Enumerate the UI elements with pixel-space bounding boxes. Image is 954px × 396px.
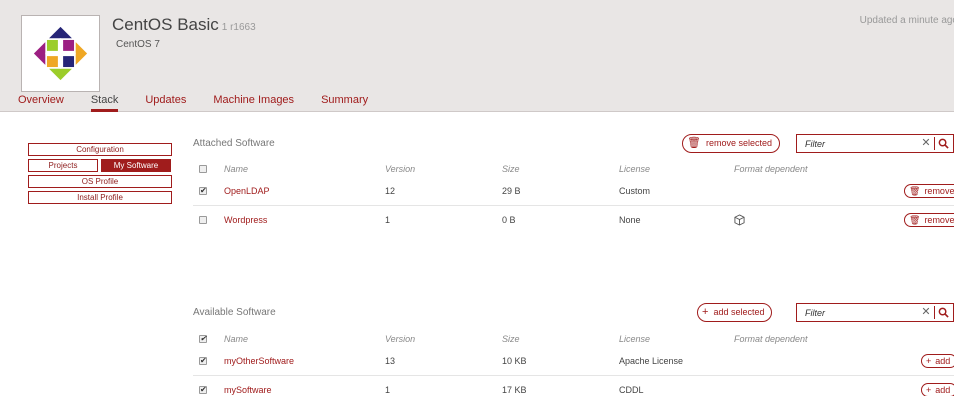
- table-row: ✔ mySoftware 1 17 KB CDDL + add: [193, 375, 954, 396]
- add-label: add: [935, 385, 951, 395]
- row-checkbox[interactable]: ✔: [199, 376, 207, 396]
- row-checkbox[interactable]: [199, 206, 207, 234]
- filter-divider: [934, 137, 935, 150]
- software-license: Apache License: [619, 356, 684, 366]
- add-label: add: [935, 356, 951, 366]
- search-icon[interactable]: [938, 138, 949, 149]
- os-subtitle: CentOS 7: [116, 39, 160, 50]
- table-row: Wordpress 1 0 B None 🗑︎ remove: [193, 205, 954, 233]
- col-license: License: [619, 334, 651, 344]
- col-size: Size: [502, 334, 520, 344]
- available-filter-input[interactable]: [797, 304, 917, 321]
- nav-row: Projects My Software: [28, 159, 172, 172]
- plus-icon: +: [926, 356, 932, 366]
- trash-icon: 🗑︎: [687, 137, 701, 149]
- software-version: 12: [385, 186, 396, 196]
- nav-my-software-button[interactable]: My Software: [101, 159, 171, 172]
- software-name-link[interactable]: OpenLDAP: [224, 177, 270, 205]
- software-version: 13: [385, 356, 396, 366]
- remove-row-button[interactable]: 🗑︎ remove: [904, 184, 954, 198]
- title-text: CentOS Basic: [112, 15, 219, 34]
- updated-timestamp: Updated a minute ago: [859, 15, 954, 26]
- trash-icon: 🗑︎: [909, 186, 921, 196]
- software-version: 1: [385, 215, 391, 225]
- add-selected-label: add selected: [713, 307, 765, 317]
- attached-software-section: Attached Software 🗑︎ remove selected ✕ Na…: [193, 134, 954, 244]
- stack-nav: Configuration Projects My Software OS Pr…: [28, 143, 172, 207]
- remove-label: remove: [924, 186, 954, 196]
- package-icon: [734, 214, 745, 226]
- select-all-checkbox[interactable]: ✔: [199, 332, 207, 346]
- col-version: Version: [385, 164, 416, 174]
- search-icon[interactable]: [938, 307, 949, 318]
- tab-machine-images[interactable]: Machine Images: [213, 94, 294, 112]
- available-software-section: Available Software + add selected ✕ ✔ Nam…: [193, 303, 954, 396]
- nav-configuration-button[interactable]: Configuration: [28, 143, 172, 156]
- col-format-dependent: Format dependent: [734, 334, 808, 344]
- software-license: Custom: [619, 186, 651, 196]
- tab-bar: Overview Stack Updates Machine Images Su…: [18, 94, 395, 112]
- remove-row-button[interactable]: 🗑︎ remove: [904, 213, 954, 227]
- plus-icon: +: [926, 385, 932, 395]
- nav-os-profile-button[interactable]: OS Profile: [28, 175, 172, 188]
- col-format-dependent: Format dependent: [734, 164, 808, 174]
- col-size: Size: [502, 164, 520, 174]
- remove-selected-label: remove selected: [705, 138, 773, 148]
- plus-icon: +: [702, 306, 709, 318]
- centos-logo: [21, 15, 100, 92]
- software-name-link[interactable]: mySoftware: [224, 376, 272, 396]
- remove-label: remove: [924, 215, 954, 225]
- clear-filter-icon[interactable]: ✕: [921, 304, 931, 321]
- software-size: 17 KB: [502, 385, 527, 395]
- col-name: Name: [224, 164, 249, 174]
- page-title: CentOS Basic 1 r1663: [112, 15, 256, 35]
- software-license: None: [619, 215, 641, 225]
- attached-filter: ✕: [796, 134, 954, 153]
- filter-divider: [934, 306, 935, 319]
- col-name: Name: [224, 334, 249, 344]
- add-row-button[interactable]: + add: [921, 383, 954, 396]
- select-all-checkbox[interactable]: [199, 162, 207, 176]
- attached-software-title: Attached Software: [193, 138, 275, 149]
- row-checkbox[interactable]: ✔: [199, 347, 207, 375]
- software-size: 0 B: [502, 215, 516, 225]
- software-name-link[interactable]: myOtherSoftware: [224, 347, 294, 375]
- tab-summary[interactable]: Summary: [321, 94, 368, 112]
- software-name-link[interactable]: Wordpress: [224, 206, 267, 234]
- clear-filter-icon[interactable]: ✕: [921, 135, 931, 152]
- attached-filter-input[interactable]: [797, 135, 917, 152]
- remove-selected-button[interactable]: 🗑︎ remove selected: [682, 134, 781, 153]
- software-license: CDDL: [619, 385, 644, 395]
- nav-install-profile-button[interactable]: Install Profile: [28, 191, 172, 204]
- trash-icon: 🗑︎: [909, 215, 921, 225]
- tab-updates[interactable]: Updates: [145, 94, 186, 112]
- col-license: License: [619, 164, 651, 174]
- nav-projects-button[interactable]: Projects: [28, 159, 98, 172]
- table-row: ✔ OpenLDAP 12 29 B Custom 🗑︎ remove: [193, 177, 954, 205]
- tab-overview[interactable]: Overview: [18, 94, 64, 112]
- revision-label: 1 r1663: [221, 22, 256, 33]
- header: CentOS Basic 1 r1663 CentOS 7 Updated a m…: [0, 0, 954, 112]
- software-size: 10 KB: [502, 356, 527, 366]
- table-row: ✔ myOtherSoftware 13 10 KB Apache Licens…: [193, 347, 954, 375]
- col-version: Version: [385, 334, 416, 344]
- available-filter: ✕: [796, 303, 954, 322]
- row-checkbox[interactable]: ✔: [199, 177, 207, 205]
- software-version: 1: [385, 385, 391, 395]
- add-row-button[interactable]: + add: [921, 354, 954, 368]
- available-software-title: Available Software: [193, 307, 276, 318]
- software-size: 29 B: [502, 186, 521, 196]
- tab-stack[interactable]: Stack: [90, 94, 119, 112]
- add-selected-button[interactable]: + add selected: [697, 303, 773, 322]
